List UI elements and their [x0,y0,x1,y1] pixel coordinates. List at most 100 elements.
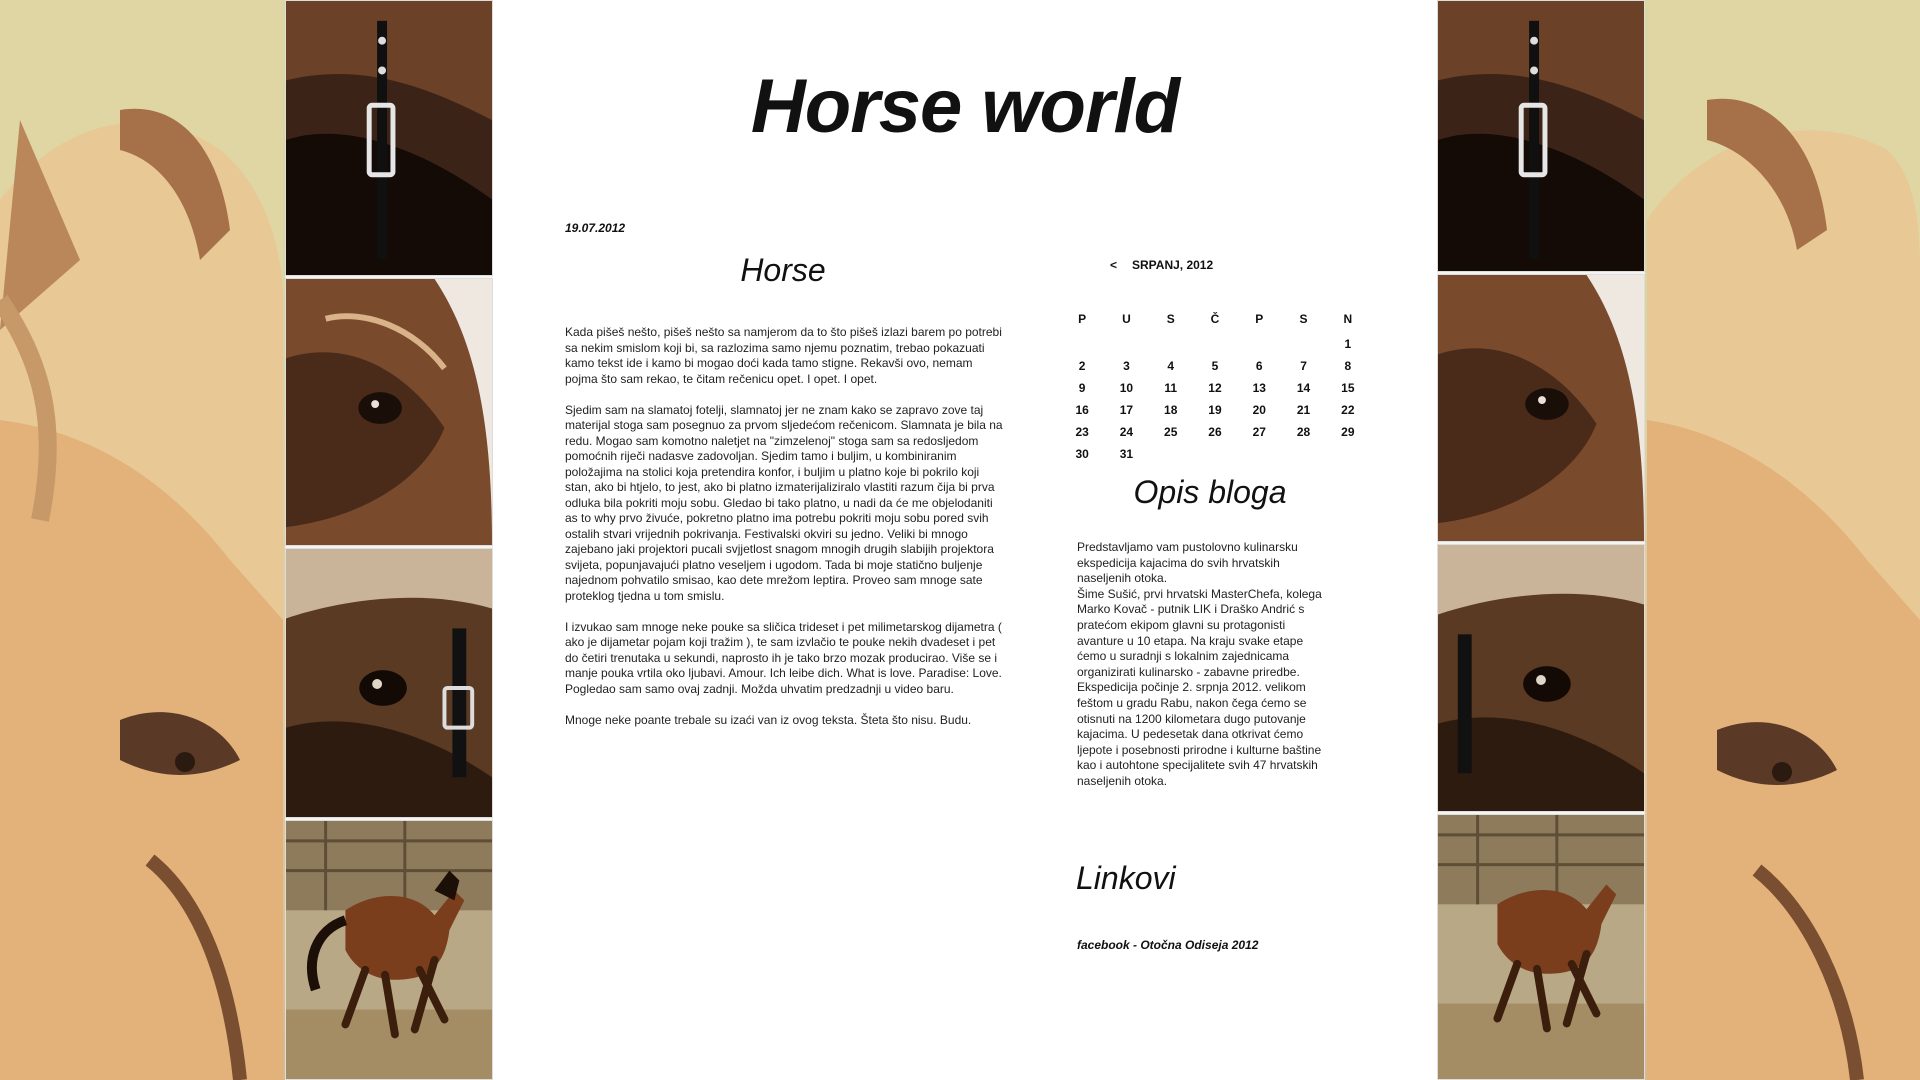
calendar-day[interactable]: 16 [1060,399,1104,421]
blog-description-title: Opis bloga [1133,474,1287,510]
calendar-day[interactable]: 18 [1149,399,1193,421]
calendar-day[interactable]: 22 [1326,399,1370,421]
horse-eye-closeup-photo [285,278,493,546]
calendar-day[interactable]: 15 [1326,377,1370,399]
post-paragraph: Sjedim sam na slamatoj fotelji, slamnato… [565,402,1003,603]
calendar-day[interactable]: 8 [1326,355,1370,377]
calendar-day[interactable]: 5 [1193,355,1237,377]
calendar-week-row: 16 17 18 19 20 21 22 [1060,399,1370,421]
calendar-day [1104,333,1148,355]
description-line: pratećom ekipom glavni su protagonisti [1077,617,1286,632]
description-line: Ekspedicija počinje 2. srpnja 2012. veli… [1077,680,1306,695]
calendar-week-row: 23 24 25 26 27 28 29 [1060,421,1370,443]
calendar-day[interactable]: 21 [1281,399,1325,421]
calendar-day[interactable]: 4 [1149,355,1193,377]
calendar-day[interactable]: 24 [1104,421,1148,443]
horse-eye-halter-photo [285,548,493,818]
calendar-day[interactable]: 13 [1237,377,1281,399]
calendar-day[interactable]: 17 [1104,399,1148,421]
post-paragraph: I izvukao sam mnoge neke pouke sa sličic… [565,619,1002,696]
link-facebook-otocna-odiseja[interactable]: facebook - Otočna Odiseja 2012 [1077,938,1258,952]
calendar-day[interactable]: 1 [1326,333,1370,355]
horse-bridle-photo [285,0,493,276]
calendar-day[interactable]: 3 [1104,355,1148,377]
calendar-weekday: U [1122,312,1131,326]
calendar-day[interactable]: 27 [1237,421,1281,443]
main-content: Horse world 19.07.2012 Horse Kada pišeš … [493,0,1437,1080]
site-title: Horse world [750,64,1180,149]
calendar-week-row: 9 10 11 12 13 14 15 [1060,377,1370,399]
calendar-day [1326,443,1370,465]
calendar-week-row: 2 3 4 5 6 7 8 [1060,355,1370,377]
blog-description-body: Predstavljamo vam pustolovno kulinarsku … [1077,540,1357,790]
calendar-day[interactable]: 6 [1237,355,1281,377]
calendar-day [1281,443,1325,465]
calendar-header: < SRPANJ, 2012 [1110,258,1213,272]
horse-eye-halter-photo [1437,544,1645,812]
post-title: Horse [740,252,826,288]
calendar-weekday: P [1078,312,1087,326]
horse-eye-closeup-photo [1437,274,1645,542]
calendar-day[interactable]: 7 [1281,355,1325,377]
calendar-day [1281,333,1325,355]
calendar-day[interactable]: 30 [1060,443,1104,465]
calendar-day [1193,333,1237,355]
running-horse-photo [1437,814,1645,1080]
description-line: ljepote i posebnosti prirodne i kulturne… [1077,742,1322,757]
calendar-month-label: SRPANJ, 2012 [1132,258,1214,272]
calendar-day [1149,443,1193,465]
calendar-day [1149,333,1193,355]
post-paragraph: Kada pišeš nešto, pišeš nešto sa namjero… [565,325,1002,386]
calendar-day [1237,333,1281,355]
description-line: otisnuti na 1200 kilometara dugo putovan… [1077,711,1306,726]
description-line: Predstavljamo vam pustolovno kulinarsku [1077,540,1298,554]
description-line: Marko Kovač - putnik LIK i Draško Andrić… [1077,602,1305,617]
calendar-day[interactable]: 2 [1060,355,1104,377]
calendar-weekday: S [1299,312,1308,326]
description-line: organizirati kulinarsko - zabavne prired… [1077,664,1300,679]
calendar-day[interactable]: 11 [1149,377,1193,399]
calendar-day[interactable]: 20 [1237,399,1281,421]
description-line: feštom u gradu Rabu, nakon čega ćemo se [1077,695,1307,710]
description-line: kao i autohtone specijalitete svih 47 hr… [1077,758,1318,773]
description-line: avanture u 10 etapa. Na kraju svake etap… [1077,633,1304,648]
calendar-grid: P U S Č P S N 1 2 3 4 5 6 7 8 9 10 11 12… [1060,305,1370,465]
photo-strip-left [285,0,493,1080]
calendar-day[interactable]: 26 [1193,421,1237,443]
calendar-weekday-row: P U S Č P S N [1060,305,1370,333]
calendar-day[interactable]: 19 [1193,399,1237,421]
calendar-day[interactable]: 12 [1193,377,1237,399]
calendar-day[interactable]: 31 [1104,443,1148,465]
calendar-day[interactable]: 25 [1149,421,1193,443]
calendar-weekday: S [1166,312,1175,326]
horse-bridle-photo [1437,0,1645,272]
calendar-day [1193,443,1237,465]
description-line: naseljenih otoka. [1077,571,1168,586]
calendar-prev-button[interactable]: < [1110,258,1132,272]
calendar-week-row: 1 [1060,333,1370,355]
description-line: Šime Sušić, prvi hrvatski MasterChefa, k… [1077,586,1322,601]
description-line: naseljenih otoka. [1077,773,1168,788]
description-line: kajacima. U pedesetak dana otkrivat ćemo [1077,727,1304,742]
calendar-day[interactable]: 23 [1060,421,1104,443]
calendar-weekday: N [1343,312,1353,326]
calendar-weekday: P [1255,312,1264,326]
calendar-day[interactable]: 29 [1326,421,1370,443]
running-horse-photo [285,820,493,1080]
calendar-day[interactable]: 28 [1281,421,1325,443]
description-line: ekspedicija kajacima do svih hrvatskih [1077,555,1280,570]
calendar-week-row: 30 31 [1060,443,1370,465]
post-date: 19.07.2012 [565,221,626,235]
calendar-day [1237,443,1281,465]
description-line: ćemo u suradnji s lokalnim zajednicama [1077,649,1290,664]
calendar-day [1060,333,1104,355]
calendar-day[interactable]: 9 [1060,377,1104,399]
post-paragraph: Mnoge neke poante trebale su izaći van i… [565,712,972,727]
calendar-day[interactable]: 14 [1281,377,1325,399]
post-body: Kada pišeš nešto, pišeš nešto sa namjero… [565,325,1005,744]
calendar-weekday: Č [1210,312,1220,326]
background-horse-right [1647,0,1920,1080]
background-horse-left [0,0,283,1080]
calendar-day[interactable]: 10 [1104,377,1148,399]
photo-strip-right [1437,0,1645,1080]
